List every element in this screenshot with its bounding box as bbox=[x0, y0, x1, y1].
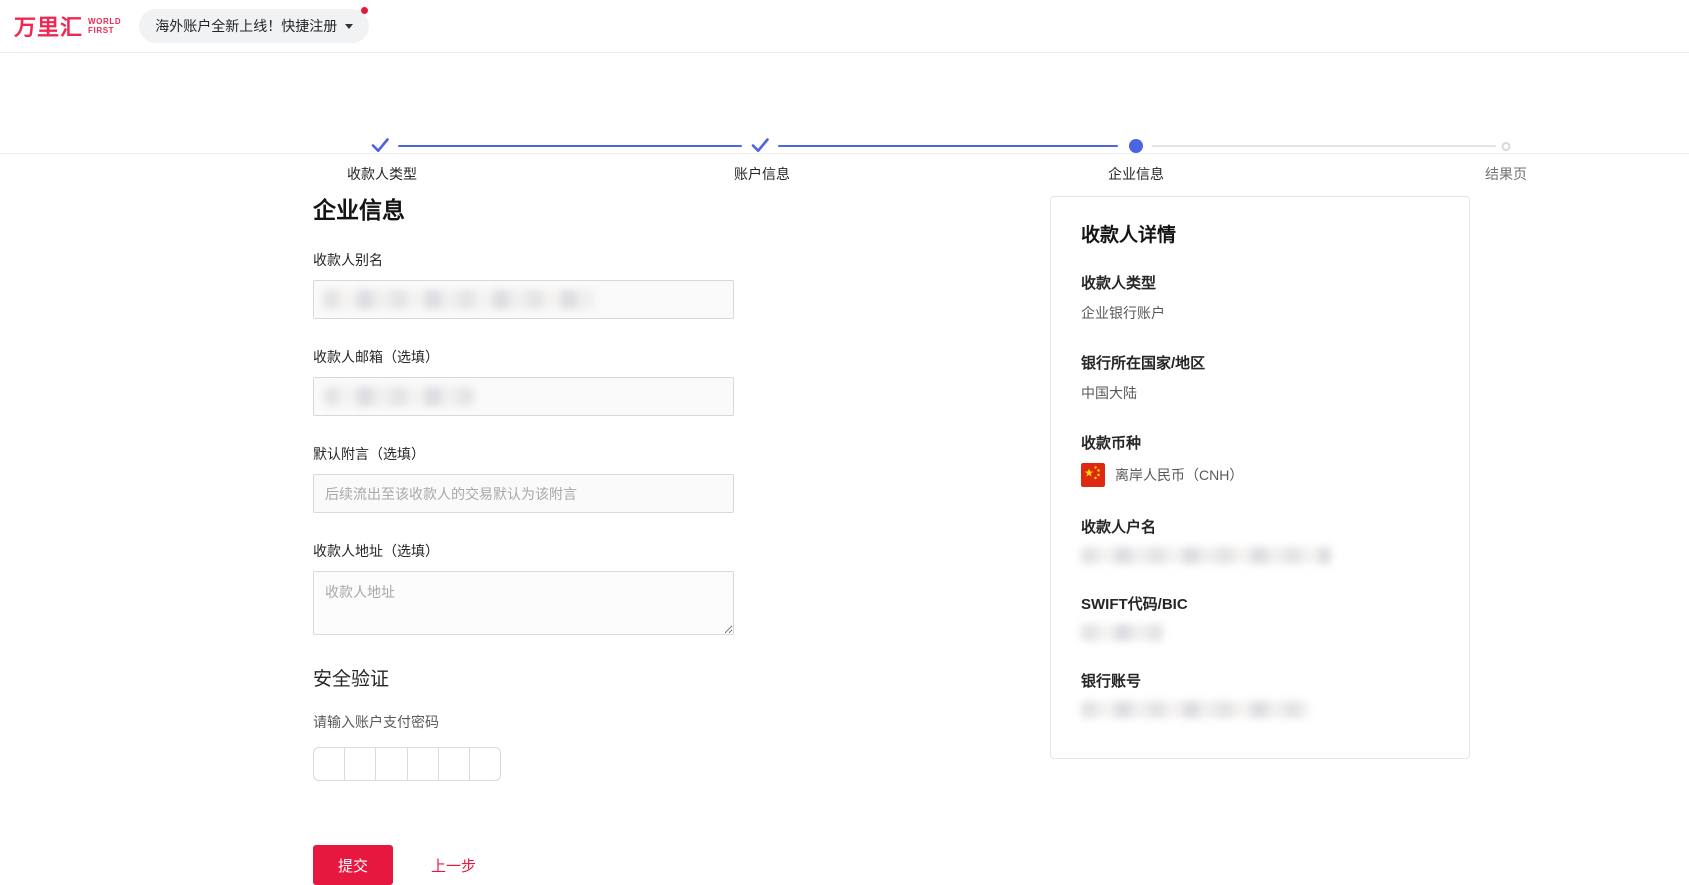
business-info-form: 企业信息 收款人别名 收款人邮箱（选填） 默认附言（选填） 收款人地址（选填） … bbox=[313, 196, 734, 885]
payment-password-hint: 请输入账户支付密码 bbox=[313, 712, 734, 732]
notification-dot bbox=[361, 7, 368, 14]
redacted-alias-value bbox=[323, 290, 595, 309]
redacted-email-value bbox=[323, 387, 475, 406]
step1-label: 收款人类型 bbox=[347, 164, 417, 184]
field-payee-alias: 收款人别名 bbox=[313, 250, 734, 319]
step3-current-dot bbox=[1129, 139, 1143, 153]
step2-label: 账户信息 bbox=[734, 164, 790, 184]
stepper-line-2 bbox=[778, 145, 1118, 147]
chevron-down-icon bbox=[345, 24, 353, 29]
china-flag-icon bbox=[1081, 463, 1105, 487]
detail-swift-bic: SWIFT代码/BIC bbox=[1081, 594, 1439, 641]
pin-cell-6[interactable] bbox=[470, 748, 500, 780]
pin-cell-1[interactable] bbox=[314, 748, 345, 780]
step4-label: 结果页 bbox=[1485, 164, 1527, 184]
step2-check-icon bbox=[749, 134, 771, 161]
logo-en-text: WORLD FIRST bbox=[88, 17, 121, 35]
submit-button[interactable]: 提交 bbox=[313, 845, 393, 885]
detail-account-name: 收款人户名 bbox=[1081, 517, 1439, 564]
payee-address-label: 收款人地址（选填） bbox=[313, 541, 734, 561]
payee-alias-label: 收款人别名 bbox=[313, 250, 734, 270]
redacted-account-name bbox=[1081, 547, 1331, 564]
detail-payee-type: 收款人类型 企业银行账户 bbox=[1081, 273, 1439, 323]
redacted-swift-bic bbox=[1081, 624, 1163, 641]
top-header: 万里汇 WORLD FIRST 海外账户全新上线！快捷注册 bbox=[0, 0, 1689, 53]
pin-cell-2[interactable] bbox=[345, 748, 376, 780]
redacted-bank-account bbox=[1081, 701, 1309, 718]
payment-password-input[interactable] bbox=[313, 747, 501, 781]
default-memo-label: 默认附言（选填） bbox=[313, 444, 734, 464]
progress-stepper: 收款人类型 账户信息 企业信息 结果页 bbox=[0, 53, 1689, 154]
logo-cn-text: 万里汇 bbox=[14, 10, 83, 42]
step1-check-icon bbox=[369, 134, 391, 161]
stepper-line-3 bbox=[1152, 145, 1496, 147]
currency-value: 离岸人民币（CNH） bbox=[1115, 465, 1243, 485]
detail-bank-country: 银行所在国家/地区 中国大陆 bbox=[1081, 353, 1439, 403]
stepper-line-1 bbox=[398, 145, 742, 147]
field-payee-address: 收款人地址（选填） bbox=[313, 541, 734, 640]
promo-banner-dropdown[interactable]: 海外账户全新上线！快捷注册 bbox=[139, 9, 369, 43]
promo-banner-label: 海外账户全新上线！快捷注册 bbox=[155, 16, 337, 36]
default-memo-input[interactable] bbox=[313, 474, 734, 513]
step4-pending-circle bbox=[1502, 142, 1511, 151]
step3-label: 企业信息 bbox=[1108, 164, 1164, 184]
page-title: 企业信息 bbox=[313, 196, 734, 224]
previous-step-link[interactable]: 上一步 bbox=[431, 855, 476, 876]
worldfirst-logo[interactable]: 万里汇 WORLD FIRST bbox=[14, 10, 121, 42]
pin-cell-5[interactable] bbox=[439, 748, 470, 780]
security-section-title: 安全验证 bbox=[313, 668, 734, 692]
field-default-memo: 默认附言（选填） bbox=[313, 444, 734, 513]
detail-bank-account: 银行账号 bbox=[1081, 671, 1439, 718]
form-actions: 提交 上一步 bbox=[313, 845, 734, 885]
pin-cell-4[interactable] bbox=[408, 748, 439, 780]
payee-address-textarea[interactable] bbox=[313, 571, 734, 635]
field-payee-email: 收款人邮箱（选填） bbox=[313, 347, 734, 416]
pin-cell-3[interactable] bbox=[376, 748, 407, 780]
payee-details-card: 收款人详情 收款人类型 企业银行账户 银行所在国家/地区 中国大陆 收款币种 离… bbox=[1050, 196, 1470, 759]
payee-email-label: 收款人邮箱（选填） bbox=[313, 347, 734, 367]
payee-details-title: 收款人详情 bbox=[1081, 223, 1439, 249]
detail-currency: 收款币种 离岸人民币（CNH） bbox=[1081, 433, 1439, 487]
